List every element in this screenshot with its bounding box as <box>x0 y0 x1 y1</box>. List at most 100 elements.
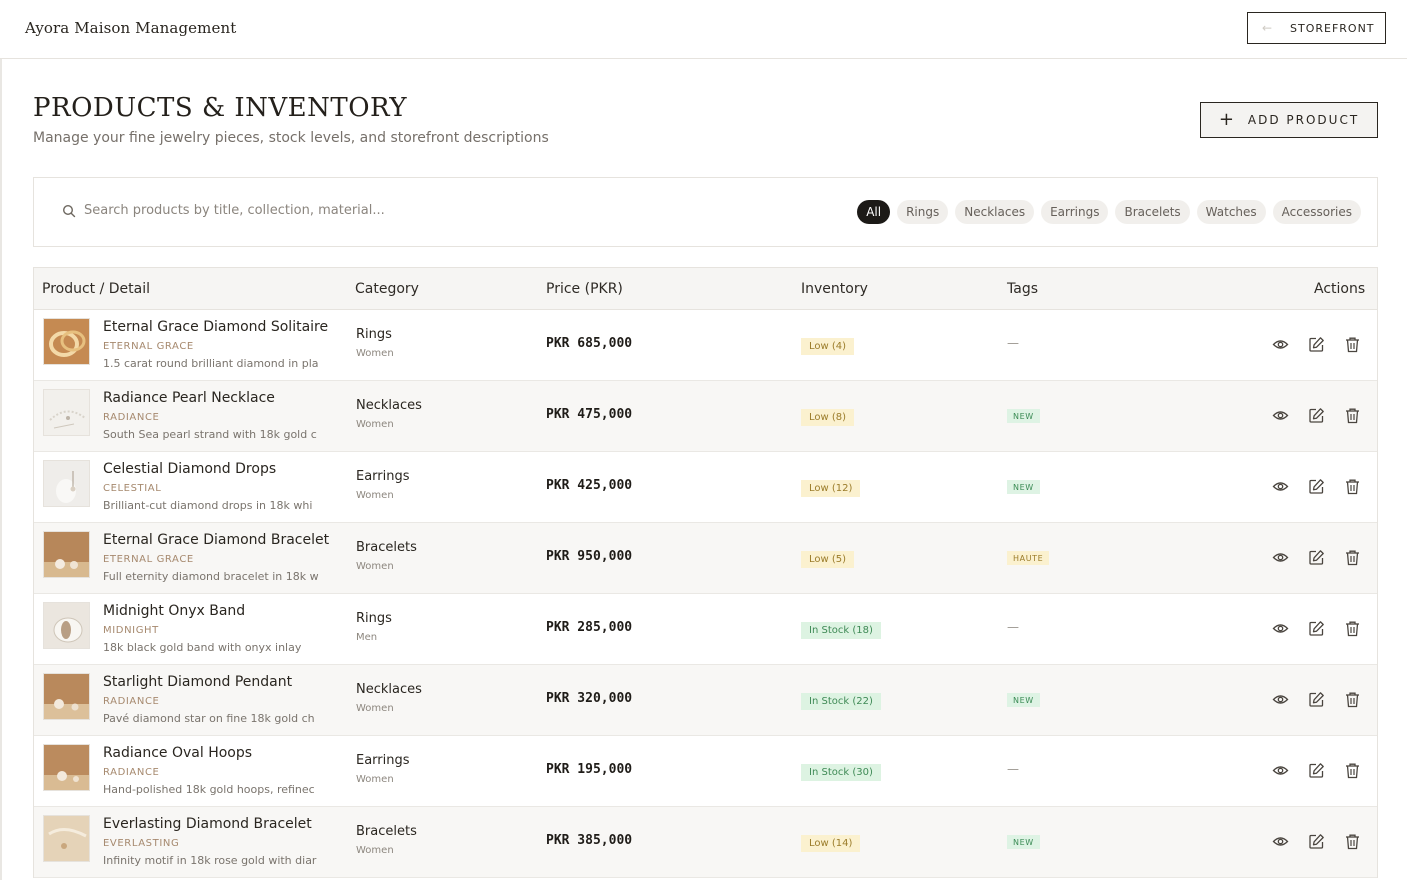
product-category: Necklaces <box>356 682 422 697</box>
product-thumbnail <box>43 460 90 507</box>
product-price: PKR 425,000 <box>546 478 633 493</box>
header-tags: Tags <box>1007 281 1038 297</box>
brand-name: Ayora Maison Management <box>25 19 237 37</box>
inventory-badge: In Stock (18) <box>801 622 881 639</box>
trash-icon[interactable] <box>1344 620 1361 637</box>
storefront-label: STOREFRONT <box>1290 21 1375 35</box>
tag-empty: — <box>1007 762 1019 776</box>
trash-icon[interactable] <box>1344 833 1361 850</box>
table-row: Eternal Grace Diamond Bracelet ETERNAL GR… <box>34 523 1377 594</box>
product-description: South Sea pearl strand with 18k gold c <box>103 428 317 441</box>
product-collection: ETERNAL GRACE <box>103 341 194 352</box>
trash-icon[interactable] <box>1344 478 1361 495</box>
top-bar: Ayora Maison Management ← STOREFRONT <box>0 0 1407 59</box>
product-name: Celestial Diamond Drops <box>103 461 277 477</box>
product-name: Starlight Diamond Pendant <box>103 674 293 690</box>
filter-chip-earrings[interactable]: Earrings <box>1041 200 1109 224</box>
search-box <box>62 203 424 218</box>
tag-badge: NEW <box>1007 835 1040 849</box>
category-filters: All Rings Necklaces Earrings Bracelets Watche… <box>857 200 1361 224</box>
edit-icon[interactable] <box>1308 478 1325 495</box>
product-gender: Women <box>356 845 394 856</box>
trash-icon[interactable] <box>1344 762 1361 779</box>
eye-icon[interactable] <box>1272 620 1289 637</box>
product-description: 1.5 carat round brilliant diamond in pla <box>103 357 319 370</box>
edit-icon[interactable] <box>1308 336 1325 353</box>
product-gender: Women <box>356 561 394 572</box>
filter-chip-rings[interactable]: Rings <box>897 200 949 224</box>
search-icon <box>62 204 76 217</box>
inventory-badge: Low (14) <box>801 835 861 852</box>
trash-icon[interactable] <box>1344 407 1361 424</box>
table-row: Midnight Onyx Band MIDNIGHT 18k black gold… <box>34 594 1377 665</box>
trash-icon[interactable] <box>1344 549 1361 566</box>
product-collection: EVERLASTING <box>103 838 180 849</box>
tag-badge: NEW <box>1007 693 1040 707</box>
product-thumbnail <box>43 673 90 720</box>
product-category: Rings <box>356 611 392 626</box>
filter-chip-bracelets[interactable]: Bracelets <box>1115 200 1190 224</box>
table-header: Product / Detail Category Price (PKR) In… <box>34 268 1377 310</box>
product-thumbnail <box>43 815 90 862</box>
product-description: Hand-polished 18k gold hoops, refinec <box>103 783 315 796</box>
edit-icon[interactable] <box>1308 549 1325 566</box>
product-collection: RADIANCE <box>103 767 160 778</box>
eye-icon[interactable] <box>1272 336 1289 353</box>
eye-icon[interactable] <box>1272 762 1289 779</box>
product-price: PKR 285,000 <box>546 620 633 635</box>
filter-chip-watches[interactable]: Watches <box>1196 200 1266 224</box>
left-edge-divider <box>0 0 2 880</box>
product-category: Bracelets <box>356 824 417 839</box>
eye-icon[interactable] <box>1272 691 1289 708</box>
table-row: Starlight Diamond Pendant RADIANCE Pavé di… <box>34 665 1377 736</box>
filter-chip-necklaces[interactable]: Necklaces <box>955 200 1035 224</box>
header-actions: Actions <box>1314 281 1366 297</box>
product-thumbnail <box>43 318 90 365</box>
storefront-button[interactable]: ← STOREFRONT <box>1247 12 1386 44</box>
add-product-button[interactable]: + ADD PRODUCT <box>1200 102 1378 138</box>
page-title: PRODUCTS & INVENTORY <box>33 93 407 123</box>
filter-chip-all[interactable]: All <box>857 200 891 224</box>
product-description: 18k black gold band with onyx inlay <box>103 641 302 654</box>
edit-icon[interactable] <box>1308 833 1325 850</box>
trash-icon[interactable] <box>1344 691 1361 708</box>
product-price: PKR 475,000 <box>546 407 633 422</box>
filter-chip-accessories[interactable]: Accessories <box>1272 200 1361 224</box>
plus-icon: + <box>1218 109 1234 130</box>
filter-bar: AllRingsNecklacesEarringsBraceletsWatche… <box>33 177 1378 247</box>
eye-icon[interactable] <box>1272 549 1289 566</box>
edit-icon[interactable] <box>1308 762 1325 779</box>
product-category: Necklaces <box>356 398 422 413</box>
product-gender: Women <box>356 774 394 785</box>
product-name: Midnight Onyx Band <box>103 603 246 619</box>
edit-icon[interactable] <box>1308 620 1325 637</box>
header-inventory: Inventory <box>801 281 868 297</box>
product-name: Radiance Pearl Necklace <box>103 390 275 406</box>
product-gender: Women <box>356 490 394 501</box>
inventory-badge: In Stock (22) <box>801 693 881 710</box>
arrow-left-icon: ← <box>1262 21 1273 35</box>
inventory-badge: Low (12) <box>801 480 861 497</box>
product-collection: RADIANCE <box>103 696 160 707</box>
trash-icon[interactable] <box>1344 336 1361 353</box>
products-table: Product / Detail Category Price (PKR) In… <box>33 267 1378 878</box>
edit-icon[interactable] <box>1308 407 1325 424</box>
product-description: Full eternity diamond bracelet in 18k w <box>103 570 319 583</box>
header-price: Price (PKR) <box>546 281 623 297</box>
inventory-badge: Low (4) <box>801 338 855 355</box>
product-gender: Women <box>356 703 394 714</box>
edit-icon[interactable] <box>1308 691 1325 708</box>
search-input[interactable] <box>84 203 424 218</box>
page-subtitle: Manage your fine jewelry pieces, stock l… <box>33 130 549 146</box>
eye-icon[interactable] <box>1272 833 1289 850</box>
product-thumbnail <box>43 389 90 436</box>
product-collection: MIDNIGHT <box>103 625 159 636</box>
header-product: Product / Detail <box>42 281 151 297</box>
product-name: Everlasting Diamond Bracelet <box>103 816 312 832</box>
product-name: Eternal Grace Diamond Bracelet <box>103 532 330 548</box>
product-category: Rings <box>356 327 392 342</box>
eye-icon[interactable] <box>1272 407 1289 424</box>
product-price: PKR 320,000 <box>546 691 633 706</box>
eye-icon[interactable] <box>1272 478 1289 495</box>
product-price: PKR 950,000 <box>546 549 633 564</box>
